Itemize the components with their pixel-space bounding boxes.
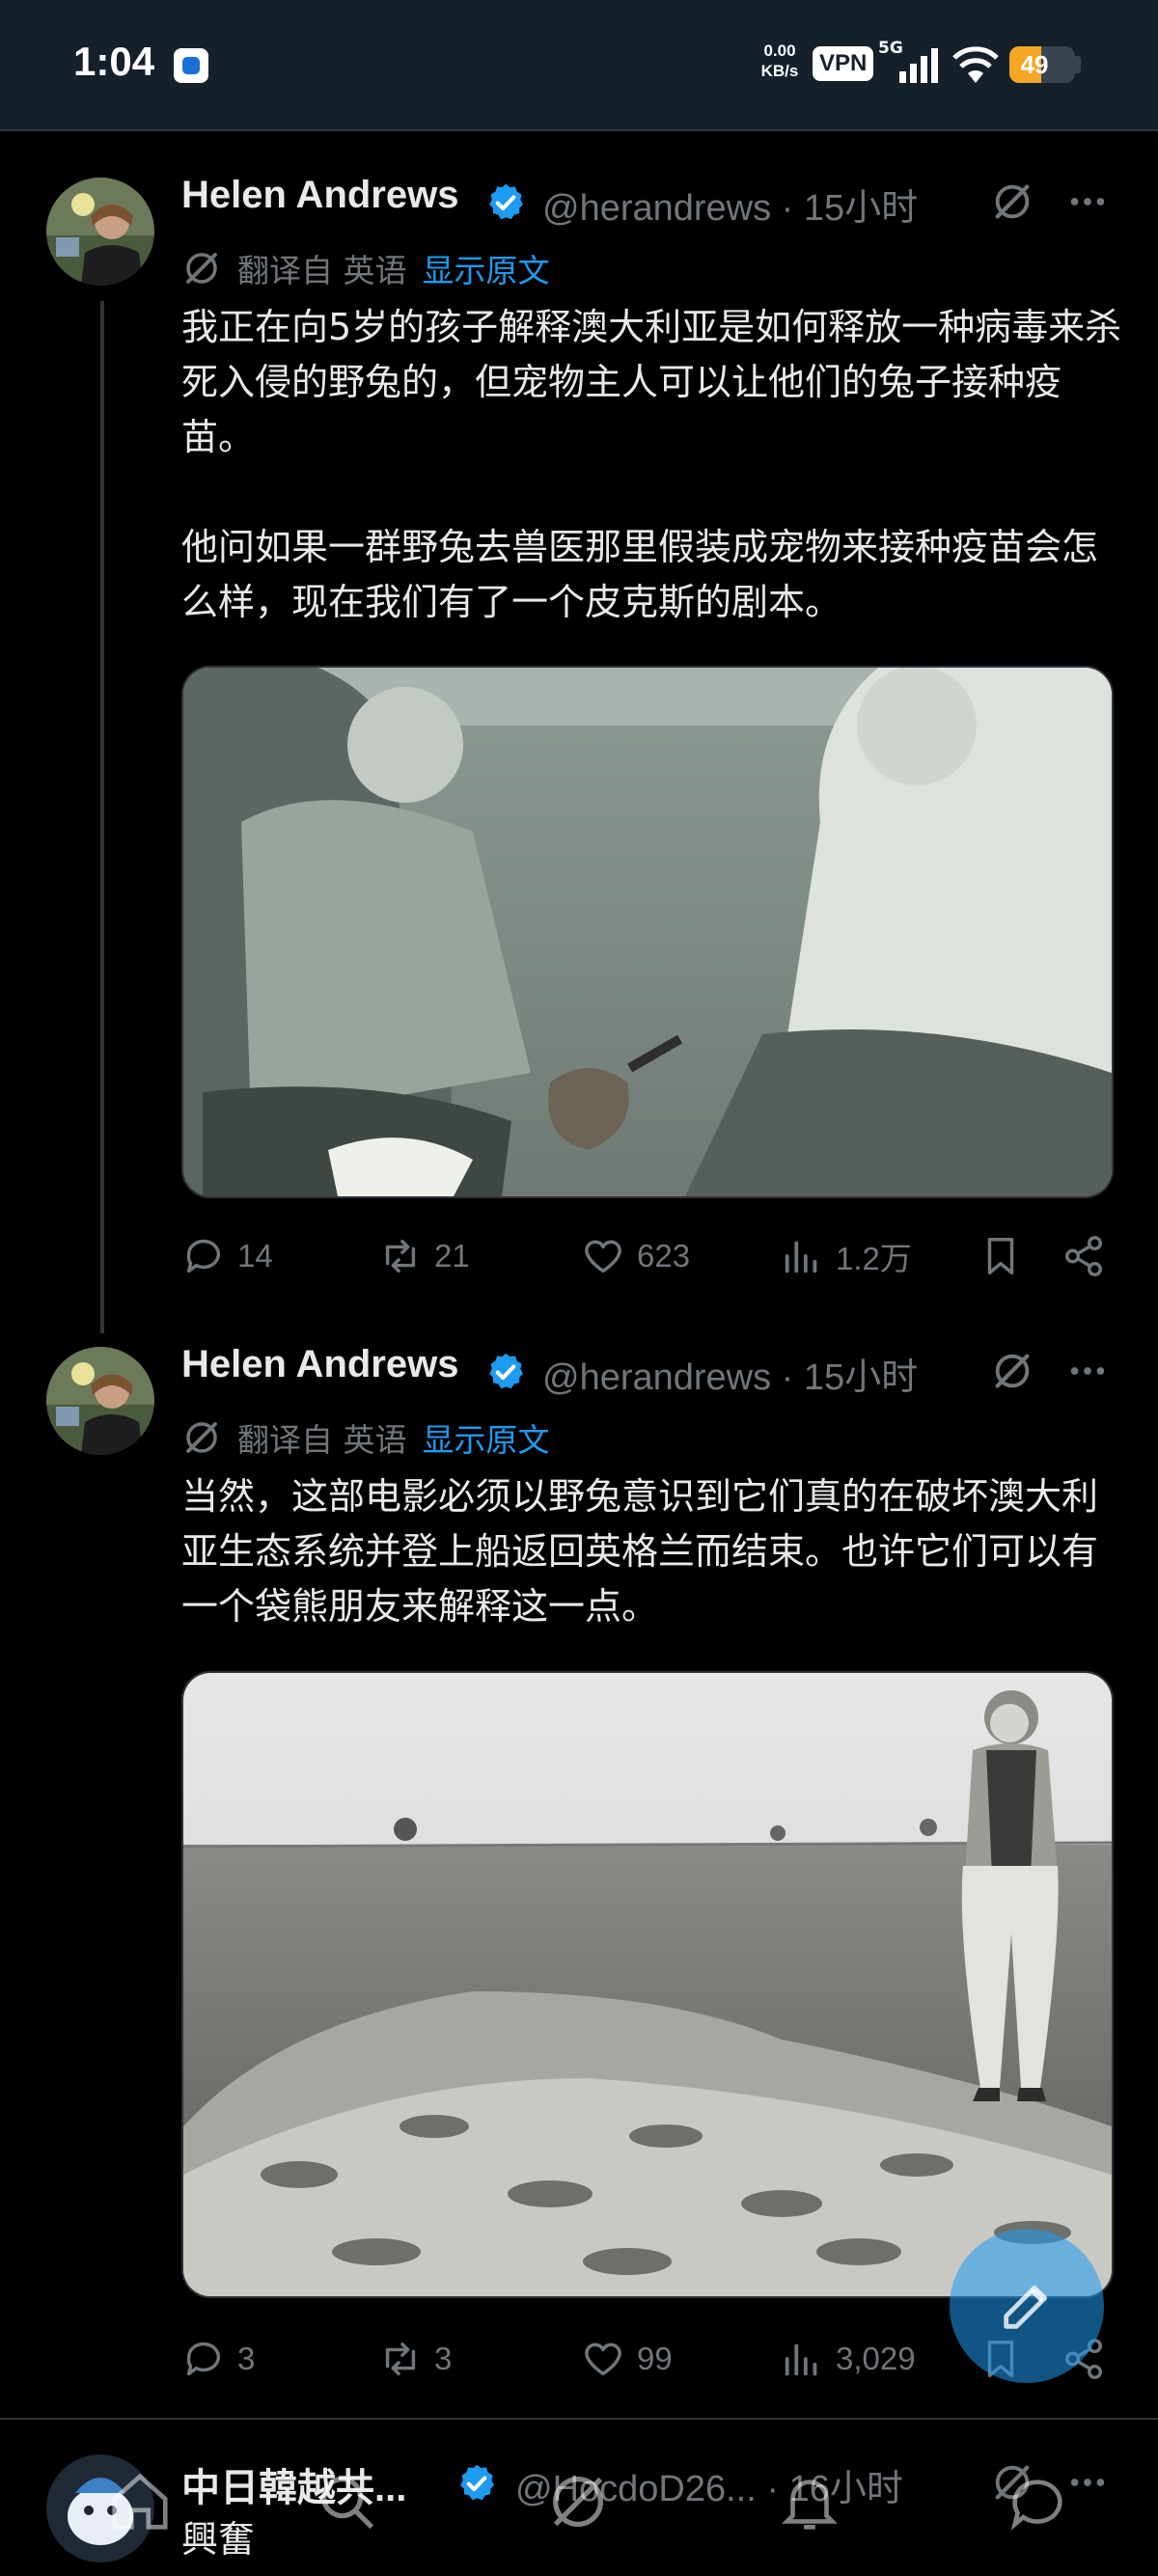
battery-tip [1075, 56, 1081, 73]
views-count: 3,029 [836, 2341, 916, 2376]
tweet-media[interactable] [181, 1671, 1114, 2298]
photo-two-men-with-rabbit-icon [183, 668, 1112, 1196]
tweet-divider [0, 2418, 1158, 2420]
repost-button[interactable]: 21 [378, 1229, 470, 1283]
translate-icon [186, 253, 217, 284]
repost-icon [385, 1239, 416, 1274]
thread-connector-line [100, 301, 104, 1333]
translate-icon [186, 1422, 217, 1453]
views-button[interactable]: 3,029 [780, 2332, 916, 2386]
bookmark-button[interactable] [979, 1229, 1034, 1283]
avatar-image [46, 1347, 154, 1455]
translated-from-label: 翻译自 英语 [237, 252, 407, 289]
status-time: 1:04 [73, 39, 155, 84]
reply-icon [186, 2342, 221, 2376]
network-speed: 0.00 KB/s [753, 41, 807, 81]
views-chart-icon [785, 1241, 817, 1274]
photo-woman-beside-rabbit-pile-icon [183, 1673, 1112, 2296]
views-button[interactable]: 1.2万 [780, 1229, 912, 1283]
avatar[interactable] [46, 178, 154, 286]
grok-icon[interactable] [544, 2468, 612, 2535]
tweet-actions: 14 21 623 1.2万 [181, 1229, 1108, 1283]
like-button[interactable]: 623 [581, 1229, 690, 1283]
bottom-navigation [0, 2441, 1158, 2576]
author-handle-time[interactable]: @herandrews · 15小时 [542, 178, 918, 231]
translation-notice: 翻译自 英语 显示原文 [181, 245, 550, 291]
tweet-text: 当然，这部电影必须以野兔意识到它们真的在破坏澳大利亚生态系统并登上船返回英格兰而… [181, 1475, 1099, 1628]
tweet-text: 我正在向5岁的孩子解释澳大利亚是如何释放一种病毒来杀死入侵的野兔的，但宠物主人可… [181, 306, 1122, 623]
verified-badge-icon [489, 1353, 523, 1389]
reply-button[interactable]: 14 [181, 1229, 273, 1283]
author-name[interactable]: Helen Andrews [181, 1343, 458, 1386]
header-divider [0, 129, 1158, 131]
compose-icon [1004, 2285, 1048, 2329]
vpn-badge: VPN [813, 46, 874, 81]
verified-badge-icon [489, 183, 523, 220]
search-icon[interactable] [313, 2468, 380, 2535]
avatar-image [46, 178, 154, 286]
network-speed-value: 0.00 [763, 41, 796, 60]
status-bar: 1:04 0.00 KB/s VPN 5G 49 [0, 0, 1158, 129]
tweet-media[interactable] [181, 666, 1114, 1198]
translation-notice: 翻译自 英语 显示原文 [181, 1414, 550, 1461]
home-icon[interactable] [106, 2468, 174, 2535]
share-button[interactable] [1062, 1229, 1117, 1283]
show-original-link[interactable]: 显示原文 [423, 1414, 550, 1461]
repost-button[interactable]: 3 [378, 2332, 452, 2386]
like-count: 99 [637, 2341, 673, 2376]
like-button[interactable]: 99 [581, 2332, 673, 2386]
battery-icon: 49 [1009, 46, 1075, 83]
notifications-icon[interactable] [776, 2468, 843, 2535]
author-name[interactable]: Helen Andrews [181, 174, 458, 217]
reply-icon [186, 1239, 221, 1274]
views-count: 1.2万 [836, 1241, 912, 1276]
reply-button[interactable]: 3 [181, 2332, 255, 2386]
translated-from-label: 翻译自 英语 [237, 1421, 407, 1459]
repost-icon [385, 2342, 416, 2376]
app-notification-icon [174, 48, 208, 83]
heart-icon [585, 1240, 621, 1274]
messages-icon[interactable] [1004, 2468, 1071, 2535]
repost-count: 3 [434, 2341, 453, 2376]
views-chart-icon [785, 2343, 817, 2376]
reply-count: 14 [237, 1238, 273, 1274]
heart-icon [585, 2343, 621, 2376]
network-speed-unit: KB/s [760, 62, 799, 80]
show-original-link[interactable]: 显示原文 [423, 245, 550, 291]
reply-count: 3 [237, 2341, 256, 2376]
wifi-icon [952, 46, 999, 83]
grok-icon[interactable] [990, 179, 1034, 224]
author-handle-time[interactable]: @herandrews · 15小时 [542, 1347, 918, 1400]
share-icon [1065, 1236, 1102, 1276]
avatar[interactable] [46, 1347, 154, 1455]
more-options-icon[interactable] [1065, 179, 1110, 224]
more-options-icon[interactable] [1065, 1349, 1110, 1393]
signal-icon [899, 48, 938, 83]
like-count: 623 [637, 1238, 691, 1274]
grok-icon[interactable] [990, 1349, 1034, 1393]
compose-button[interactable] [950, 2229, 1104, 2383]
bookmark-icon [987, 1238, 1014, 1274]
repost-count: 21 [434, 1238, 470, 1274]
battery-level: 49 [1020, 50, 1049, 79]
